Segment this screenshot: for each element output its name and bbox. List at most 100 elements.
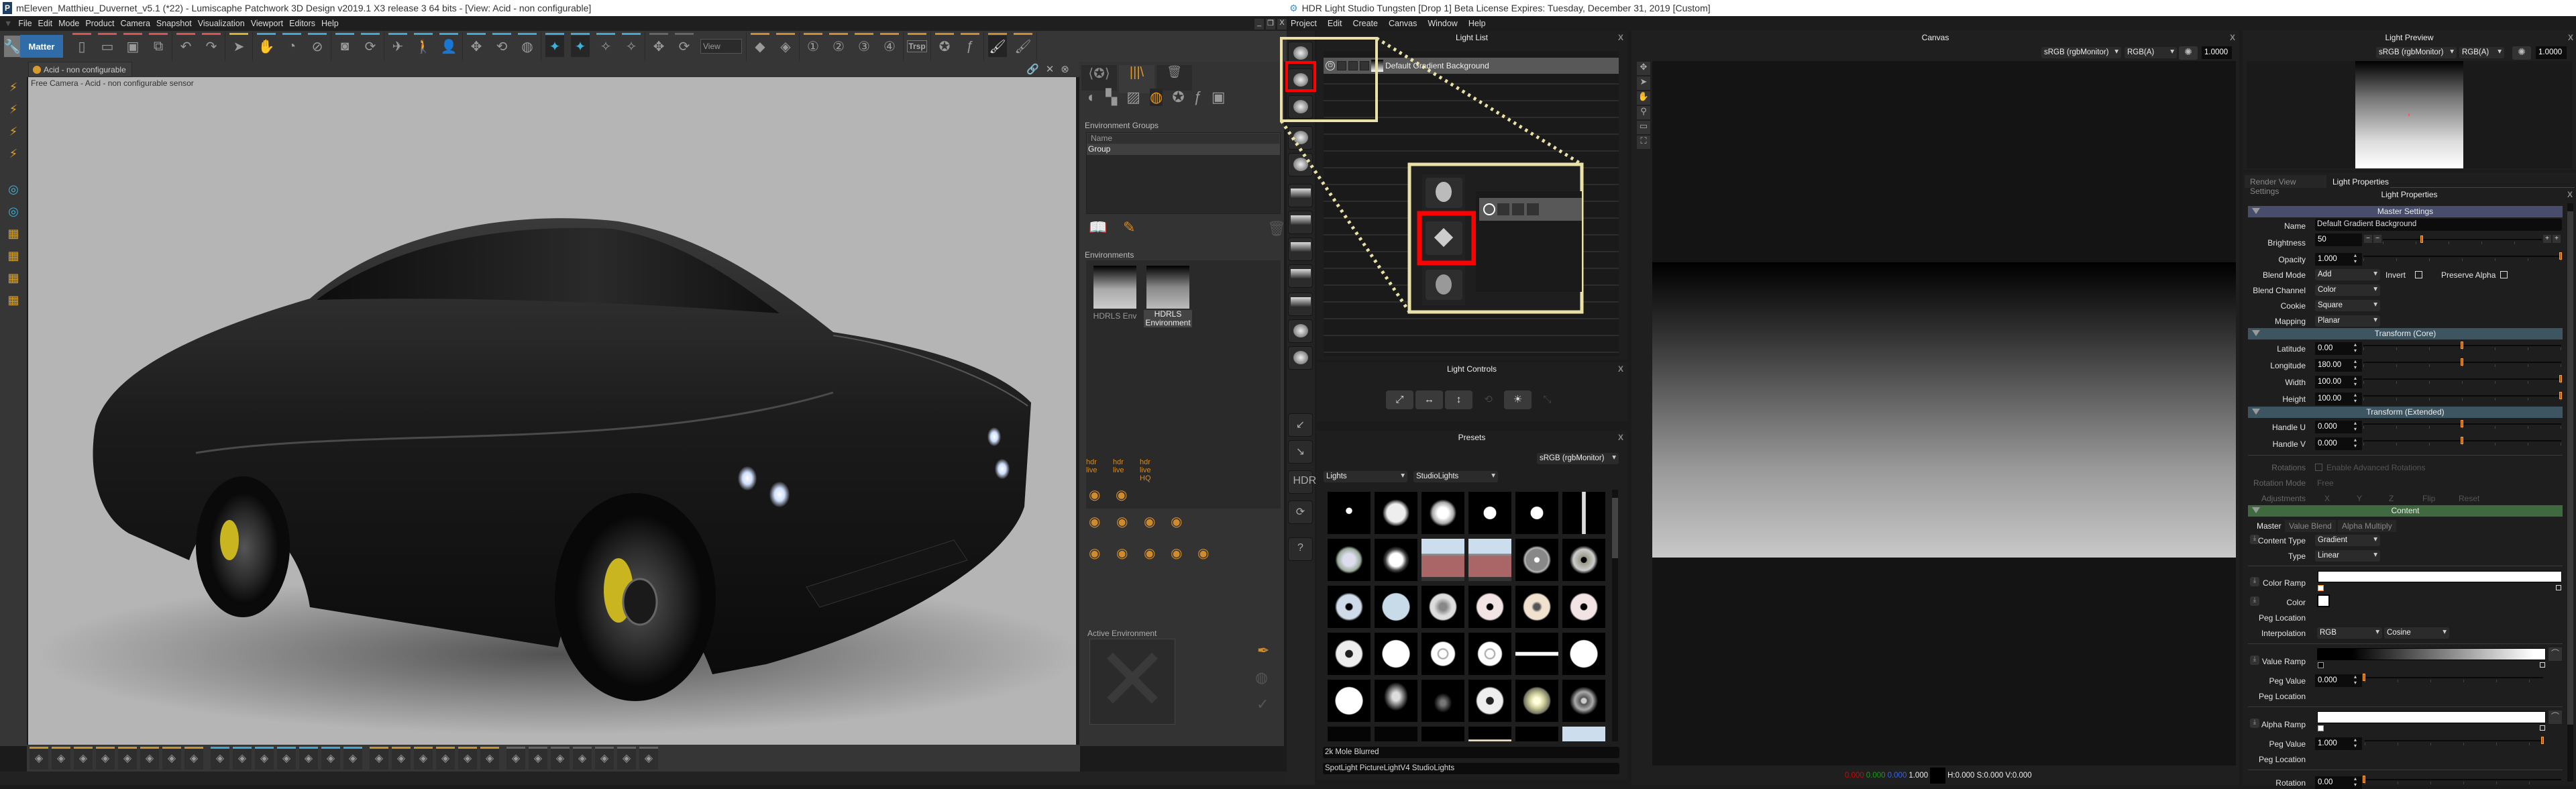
- plus-grid-icon[interactable]: ◈: [184, 747, 203, 770]
- slider[interactable]: [2363, 420, 2561, 429]
- ramp-peg[interactable]: [2540, 662, 2545, 668]
- collapse-triangle-icon[interactable]: [2252, 208, 2260, 214]
- color-swatch[interactable]: [2317, 594, 2330, 607]
- hdr-export-tile[interactable]: HDR: [1288, 470, 1316, 494]
- fx-icon[interactable]: ◈: [458, 747, 477, 770]
- hdr-refresh-tile[interactable]: ⟳: [1288, 501, 1313, 524]
- fit-view-icon[interactable]: ⛶: [1637, 136, 1650, 149]
- preset-thumbnail[interactable]: [1328, 586, 1371, 628]
- chart-icon[interactable]: ▦: [5, 227, 21, 243]
- wrench-icon[interactable]: 🔧: [4, 36, 20, 57]
- disc-icon[interactable]: ◈: [370, 747, 388, 770]
- redo-arrow-tile[interactable]: ↘: [1288, 440, 1313, 464]
- tools-list-icon[interactable]: ◈: [321, 747, 340, 770]
- preset-thumbnail[interactable]: [1375, 539, 1417, 581]
- menu-help[interactable]: Help: [321, 19, 339, 28]
- material-a-icon[interactable]: ◈: [211, 747, 229, 770]
- column-header-name[interactable]: Name: [1087, 133, 1280, 144]
- minimize-icon[interactable]: _: [1254, 19, 1264, 30]
- grid-icon[interactable]: ▦: [5, 271, 21, 287]
- slider-thumb[interactable]: [2363, 674, 2365, 681]
- save-icon[interactable]: ▣: [123, 33, 142, 57]
- snapshot-settings-icon[interactable]: ◈: [74, 747, 93, 770]
- slider[interactable]: [2363, 252, 2562, 262]
- presets-category-dropdown[interactable]: Lights: [1324, 471, 1407, 482]
- star-effect-icon[interactable]: ✪: [935, 33, 954, 57]
- walk-icon[interactable]: 🚶: [414, 33, 433, 57]
- preset-thumbnail[interactable]: [1375, 633, 1417, 675]
- preset-thumbnail[interactable]: [1468, 680, 1511, 722]
- preset-thumbnail[interactable]: [1515, 492, 1558, 534]
- preset-thumbnail[interactable]: [1562, 492, 1605, 534]
- shape-a-icon[interactable]: ◆: [751, 33, 769, 57]
- spinner-icon[interactable]: ▴ ▾: [2354, 776, 2357, 788]
- globe-icon[interactable]: ◍: [1150, 89, 1163, 106]
- camera-3-icon[interactable]: ③: [855, 33, 873, 57]
- preset-thumbnail[interactable]: [1468, 727, 1511, 741]
- decrease-button[interactable]: −: [2364, 235, 2372, 243]
- ramp-peg-selected[interactable]: [2318, 725, 2324, 731]
- preset-thumbnail[interactable]: [1328, 680, 1371, 722]
- save-as-icon[interactable]: ⧉: [149, 33, 168, 57]
- image-icon[interactable]: ◈: [392, 747, 411, 770]
- canvas-area[interactable]: [1652, 61, 2236, 766]
- close-light-list-icon[interactable]: X: [1618, 33, 1623, 42]
- shape-b-icon[interactable]: ◈: [776, 33, 795, 57]
- close-canvas-icon[interactable]: X: [2230, 33, 2235, 42]
- curve-editor-icon[interactable]: ⌒: [2548, 711, 2562, 724]
- preset-thumbnail[interactable]: [1515, 727, 1558, 741]
- increase-button[interactable]: +: [2553, 235, 2561, 243]
- dropdown[interactable]: Gradient: [2315, 535, 2380, 546]
- zoom-camera-icon[interactable]: ⊘: [308, 33, 327, 57]
- hdr-live-icon[interactable]: hdr live: [1113, 458, 1136, 476]
- content-tab-alpha-multiply[interactable]: Alpha Multiply: [2338, 520, 2396, 532]
- preset-name-field[interactable]: 2k Mole Blurred: [1323, 747, 1619, 758]
- add-book-icon[interactable]: 📖: [1089, 219, 1107, 236]
- lightning-icon[interactable]: ⚡: [5, 125, 21, 141]
- grid-icon[interactable]: ▦: [5, 249, 21, 265]
- folder-add-icon[interactable]: ◉: [1089, 545, 1100, 562]
- checker-icon[interactable]: ▚: [1106, 89, 1117, 106]
- view-dropdown[interactable]: View: [700, 39, 742, 54]
- content-tab-master[interactable]: Master: [2253, 520, 2286, 532]
- globe-refresh-icon[interactable]: ◉: [1171, 513, 1182, 530]
- star-icon[interactable]: ✪: [1172, 89, 1184, 106]
- camera-1-icon[interactable]: ①: [804, 33, 822, 57]
- spinner-icon[interactable]: ▴ ▾: [2354, 358, 2357, 370]
- preset-thumbnail[interactable]: [1328, 727, 1371, 741]
- tab-acid[interactable]: Acid - non configurable: [28, 62, 132, 77]
- spinner-icon[interactable]: ▴ ▾: [2354, 420, 2357, 432]
- joystick-icon[interactable]: ◈: [162, 747, 181, 770]
- collapse-triangle-icon[interactable]: [2252, 330, 2260, 336]
- dropdown[interactable]: Linear: [2315, 550, 2380, 562]
- move-horizontal-control[interactable]: ↔: [1415, 390, 1443, 409]
- dropdown[interactable]: Color: [2315, 284, 2380, 296]
- fx-icon[interactable]: ƒ: [961, 33, 979, 57]
- preview-area[interactable]: [2247, 61, 2572, 168]
- open-folder-icon[interactable]: ▭: [98, 33, 117, 57]
- lightning-icon[interactable]: ⚡: [5, 103, 21, 119]
- lightning-icon[interactable]: ⚡: [5, 81, 21, 97]
- select-arrow-icon[interactable]: ➤: [229, 33, 248, 57]
- preserve-alpha-checkbox[interactable]: [2500, 271, 2508, 278]
- select-arrow-icon[interactable]: ➤: [1637, 76, 1650, 90]
- slider-thumb[interactable]: [2460, 420, 2463, 427]
- section-header[interactable]: Content: [2248, 505, 2563, 517]
- slider[interactable]: [2363, 437, 2561, 446]
- section-header[interactable]: Transform (Extended): [2248, 407, 2563, 418]
- color-ramp[interactable]: [2318, 571, 2562, 582]
- effect-d-icon[interactable]: ✧: [622, 33, 641, 57]
- move-gray-icon[interactable]: ✥: [649, 33, 668, 57]
- brightness-field[interactable]: 50: [2315, 233, 2362, 246]
- pan-hand-icon[interactable]: ✋: [1637, 91, 1650, 105]
- preset-thumbnail[interactable]: [1468, 633, 1511, 675]
- menu-toggle-icon[interactable]: ▼: [4, 19, 12, 28]
- decrease-button[interactable]: −: [2373, 235, 2381, 243]
- preset-thumbnail[interactable]: [1421, 539, 1464, 581]
- undo-arrow-tile[interactable]: ↙: [1288, 413, 1313, 437]
- star-icon[interactable]: ◈: [436, 747, 455, 770]
- preset-tags-field[interactable]: SpotLight PictureLightV4 StudioLights: [1323, 763, 1619, 774]
- effect-b-icon[interactable]: ✦: [571, 33, 590, 57]
- tab-trash-library[interactable]: 🗑: [1157, 65, 1192, 91]
- close-light-controls-icon[interactable]: X: [1618, 364, 1623, 374]
